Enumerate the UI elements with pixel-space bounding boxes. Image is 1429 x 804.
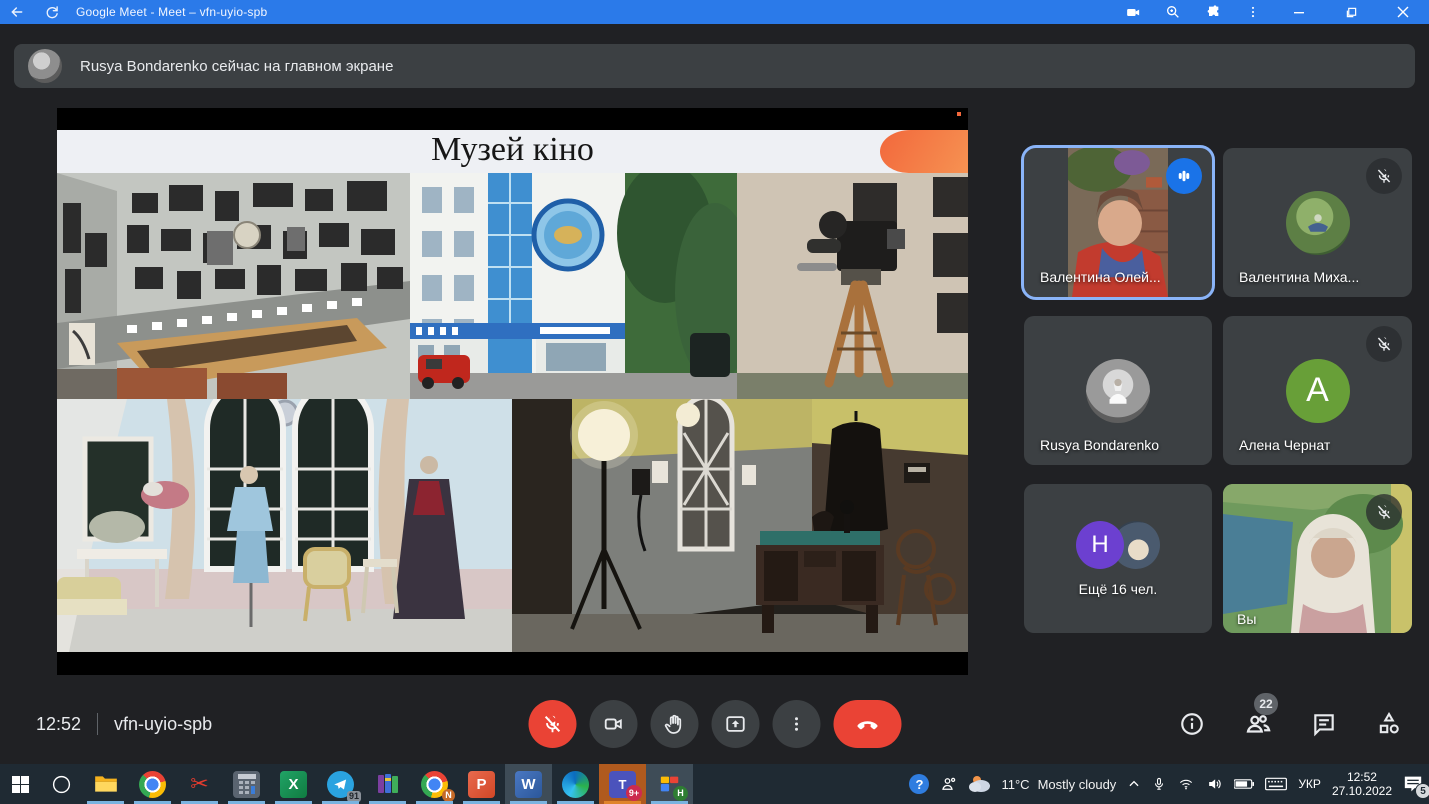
weather-widget[interactable]: 11°C Mostly cloudy bbox=[969, 775, 1116, 793]
overflow-count-label: Ещё 16 чел. bbox=[1079, 581, 1158, 597]
teams-badge: 9+ bbox=[626, 785, 642, 801]
self-person bbox=[1291, 514, 1375, 633]
participant-name: Валентина Олей... bbox=[1040, 269, 1161, 285]
presenting-notification: Rusya Bondarenko сейчас на главном экран… bbox=[14, 44, 1415, 88]
taskbar-snipping-tool[interactable]: ✂ bbox=[176, 764, 223, 804]
window-title: Google Meet - Meet – vfn-uyio-spb bbox=[76, 5, 267, 19]
tray-clock[interactable]: 12:52 27.10.2022 bbox=[1332, 770, 1392, 798]
system-tray: ? 11°C Mostly cloudy УКР 12:52 27.10.202… bbox=[909, 764, 1427, 804]
refresh-icon[interactable] bbox=[34, 0, 68, 24]
divider bbox=[97, 713, 98, 735]
activities-button[interactable] bbox=[1375, 710, 1403, 738]
present-screen-button[interactable] bbox=[711, 700, 759, 748]
volume-icon[interactable] bbox=[1206, 776, 1223, 792]
mic-toggle-button[interactable] bbox=[528, 700, 576, 748]
raise-hand-button[interactable] bbox=[650, 700, 698, 748]
slide-photo-museum-wall bbox=[57, 173, 410, 399]
slide-corner-accent bbox=[957, 112, 961, 116]
shared-screen-presentation[interactable]: Музей кіно bbox=[57, 108, 968, 675]
taskbar-google-meet[interactable]: H bbox=[646, 764, 693, 804]
participant-tile-rusya[interactable]: Rusya Bondarenko bbox=[1024, 316, 1212, 465]
tray-date-value: 27.10.2022 bbox=[1332, 784, 1392, 798]
back-icon[interactable] bbox=[0, 0, 34, 24]
chat-button[interactable] bbox=[1311, 711, 1337, 737]
participant-tile-alena[interactable]: А Алена Чернат bbox=[1223, 316, 1412, 465]
weather-text: Mostly cloudy bbox=[1038, 777, 1117, 792]
browser-menu-icon[interactable] bbox=[1233, 0, 1273, 24]
participant-tile-valentina-oley[interactable]: Валентина Олей... bbox=[1024, 148, 1212, 297]
taskbar-powerpoint[interactable]: P bbox=[458, 764, 505, 804]
meet-control-bar: 12:52 vfn-uyio-spb bbox=[0, 684, 1429, 764]
slide-photo-film-set bbox=[512, 399, 968, 652]
participant-letter-avatar: А bbox=[1286, 359, 1350, 423]
tray-chevron-icon[interactable] bbox=[1127, 777, 1141, 791]
more-options-button[interactable] bbox=[772, 700, 820, 748]
mic-off-icon bbox=[1366, 494, 1402, 530]
participant-name: Алена Чернат bbox=[1239, 437, 1330, 453]
participant-tile-overflow[interactable]: Н Ещё 16 чел. bbox=[1024, 484, 1212, 633]
participant-name: Валентина Миха... bbox=[1239, 269, 1359, 285]
taskbar-edge[interactable] bbox=[552, 764, 599, 804]
tray-time-value: 12:52 bbox=[1332, 770, 1392, 784]
participant-photo-avatar bbox=[1286, 191, 1350, 255]
telegram-badge: 91 bbox=[347, 791, 361, 802]
meeting-code: vfn-uyio-spb bbox=[114, 714, 212, 735]
touch-keyboard-icon[interactable] bbox=[1265, 777, 1287, 791]
action-center-badge: 5 bbox=[1415, 783, 1429, 799]
participant-name: Вы bbox=[1237, 611, 1256, 627]
taskbar-winrar[interactable] bbox=[364, 764, 411, 804]
participant-grid: Валентина Олей... Валентина Миха... Rusy… bbox=[1024, 148, 1412, 633]
participant-tile-you[interactable]: Вы bbox=[1223, 484, 1412, 633]
taskbar-calculator[interactable] bbox=[223, 764, 270, 804]
slide-photo-film-camera bbox=[737, 173, 968, 399]
taskbar-chrome-profile[interactable]: N bbox=[411, 764, 458, 804]
slide-photo-studio-building bbox=[410, 173, 737, 399]
taskbar-telegram[interactable]: 91 bbox=[317, 764, 364, 804]
sofa bbox=[57, 577, 127, 615]
camera-permission-icon[interactable] bbox=[1113, 0, 1153, 24]
zoom-page-icon[interactable] bbox=[1153, 0, 1193, 24]
battery-icon[interactable] bbox=[1234, 778, 1254, 790]
chrome-profile-badge: N bbox=[442, 789, 455, 802]
camera-toggle-button[interactable] bbox=[589, 700, 637, 748]
speaking-indicator-icon bbox=[1166, 158, 1202, 194]
presenter-avatar bbox=[28, 49, 62, 83]
tray-microphone-icon[interactable] bbox=[1152, 776, 1166, 792]
google-meet-app: Rusya Bondarenko сейчас на главном экран… bbox=[0, 24, 1429, 764]
participant-name: Rusya Bondarenko bbox=[1040, 437, 1159, 453]
weather-temp: 11°C bbox=[1001, 777, 1029, 792]
taskbar-word[interactable]: W bbox=[505, 764, 552, 804]
meeting-clock: 12:52 bbox=[36, 714, 81, 735]
start-button[interactable] bbox=[0, 764, 40, 804]
minimize-button[interactable] bbox=[1273, 0, 1325, 24]
wifi-icon[interactable] bbox=[1177, 777, 1195, 792]
cortana-search-button[interactable] bbox=[40, 764, 82, 804]
participants-button[interactable]: 22 bbox=[1243, 709, 1273, 739]
taskbar-chrome[interactable] bbox=[129, 764, 176, 804]
taskbar-file-explorer[interactable] bbox=[82, 764, 129, 804]
maximize-button[interactable] bbox=[1325, 0, 1377, 24]
hanging-coat bbox=[824, 411, 888, 534]
extensions-icon[interactable] bbox=[1193, 0, 1233, 24]
slide-photo-costume-room bbox=[57, 399, 512, 652]
meeting-details-button[interactable] bbox=[1179, 711, 1205, 737]
participant-photo-avatar bbox=[1086, 359, 1150, 423]
taskbar-excel[interactable]: X bbox=[270, 764, 317, 804]
overflow-letter-avatar: Н bbox=[1076, 521, 1124, 569]
meet-h-badge: H bbox=[673, 786, 688, 801]
slide-title: Музей кіно bbox=[57, 131, 968, 169]
language-indicator[interactable]: УКР bbox=[1298, 777, 1321, 791]
leave-call-button[interactable] bbox=[833, 700, 901, 748]
taskbar-teams[interactable]: T 9+ bbox=[599, 764, 646, 804]
action-center-icon[interactable]: 5 bbox=[1403, 775, 1423, 793]
presenting-notification-text: Rusya Bondarenko сейчас на главном экран… bbox=[80, 58, 393, 75]
help-icon[interactable]: ? bbox=[909, 774, 929, 794]
slide-title-strip: Музей кіно bbox=[57, 130, 968, 173]
browser-titlebar: Google Meet - Meet – vfn-uyio-spb bbox=[0, 0, 1429, 24]
people-tray-icon[interactable] bbox=[940, 775, 958, 793]
participant-tile-valentina-mikha[interactable]: Валентина Миха... bbox=[1223, 148, 1412, 297]
participant-count-badge: 22 bbox=[1254, 693, 1278, 715]
close-button[interactable] bbox=[1377, 0, 1429, 24]
